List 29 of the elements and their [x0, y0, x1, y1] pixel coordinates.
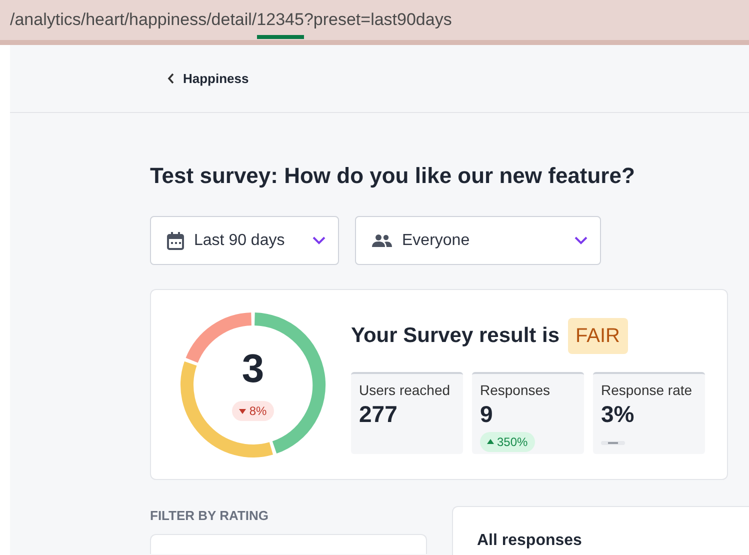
- back-link[interactable]: Happiness: [167, 68, 249, 88]
- score-value: 3: [242, 348, 264, 389]
- stat-label: Response rate: [601, 380, 694, 400]
- people-icon: [372, 234, 392, 248]
- url-text: 12345: [256, 7, 304, 33]
- down-triangle-icon: [239, 408, 246, 414]
- stat-label: Responses: [480, 380, 552, 400]
- highlight-underline: [256, 34, 304, 39]
- chevron-down-icon: [574, 236, 588, 246]
- dash-icon: [608, 442, 618, 444]
- section-heading: FILTER BY RATING: [150, 507, 270, 526]
- stat-label: Users reached: [359, 380, 452, 400]
- url-text: /analytics/heart/happiness/detail/: [10, 9, 257, 32]
- survey-title: Test survey: How do you like our new feature?: [150, 163, 636, 190]
- back-chevron-icon: [167, 73, 175, 84]
- stat-value: 277: [359, 400, 398, 428]
- result-heading: Your Survey result is: [351, 323, 560, 348]
- stat-value: 9: [480, 400, 494, 428]
- section-heading: All responses: [477, 531, 583, 551]
- up-triangle-icon: [487, 439, 494, 444]
- calendar-icon: [167, 232, 184, 250]
- rating-label: FAIR: [568, 318, 628, 354]
- url-text: ?preset=last90days: [304, 9, 452, 32]
- change-indicator: 350%: [480, 432, 535, 452]
- chevron-down-icon: [312, 236, 326, 246]
- filter-dropdown[interactable]: Last 90 days: [150, 216, 339, 266]
- filter-dropdown[interactable]: Everyone: [355, 216, 601, 266]
- change-indicator: 8%: [232, 401, 274, 422]
- stat-value: 3%: [601, 400, 636, 428]
